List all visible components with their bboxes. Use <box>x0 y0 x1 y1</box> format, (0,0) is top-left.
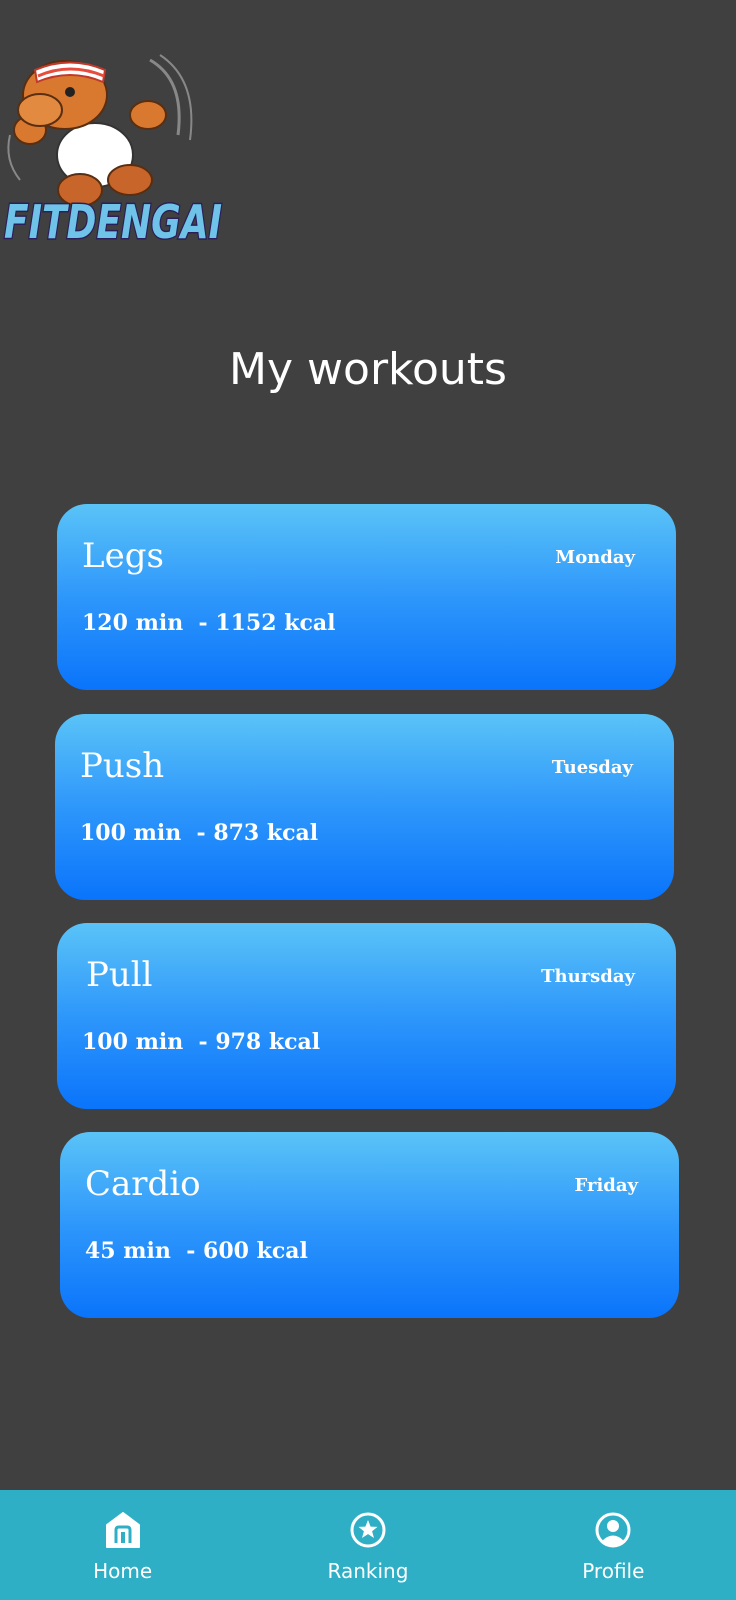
workout-stats: 45 min - 600 kcal <box>85 1238 308 1264</box>
home-icon <box>103 1510 143 1550</box>
user-circle-icon <box>593 1510 633 1550</box>
workout-day: Friday <box>574 1175 639 1196</box>
nav-item-ranking[interactable]: Ranking <box>245 1490 490 1600</box>
workout-name: Push <box>80 746 165 786</box>
svg-text:FITDENGAI: FITDENGAI <box>4 195 222 249</box>
nav-label-home: Home <box>93 1559 153 1583</box>
workout-card-legs[interactable]: Legs Monday 120 min - 1152 kcal <box>57 504 676 690</box>
workout-day: Thursday <box>541 966 635 987</box>
workout-stats: 120 min - 1152 kcal <box>82 610 336 636</box>
workout-card-push[interactable]: Push Tuesday 100 min - 873 kcal <box>55 714 674 900</box>
workout-card-cardio[interactable]: Cardio Friday 45 min - 600 kcal <box>60 1132 679 1318</box>
workout-stats: 100 min - 978 kcal <box>82 1029 321 1055</box>
bottom-nav: Home Ranking Profile <box>0 1490 736 1600</box>
nav-item-profile[interactable]: Profile <box>491 1490 736 1600</box>
workout-day: Monday <box>555 547 635 568</box>
workout-name: Pull <box>86 955 153 995</box>
workout-card-pull[interactable]: Pull Thursday 100 min - 978 kcal <box>57 923 676 1109</box>
star-circle-icon <box>348 1510 388 1550</box>
page-title: My workouts <box>229 344 507 395</box>
app-logo: FITDENGAI <box>0 40 230 255</box>
workout-stats: 100 min - 873 kcal <box>80 820 319 846</box>
workout-name: Cardio <box>85 1164 201 1204</box>
nav-item-home[interactable]: Home <box>0 1490 245 1600</box>
nav-label-profile: Profile <box>582 1559 645 1583</box>
workout-day: Tuesday <box>551 757 633 778</box>
workout-name: Legs <box>82 536 164 576</box>
nav-label-ranking: Ranking <box>327 1559 409 1583</box>
